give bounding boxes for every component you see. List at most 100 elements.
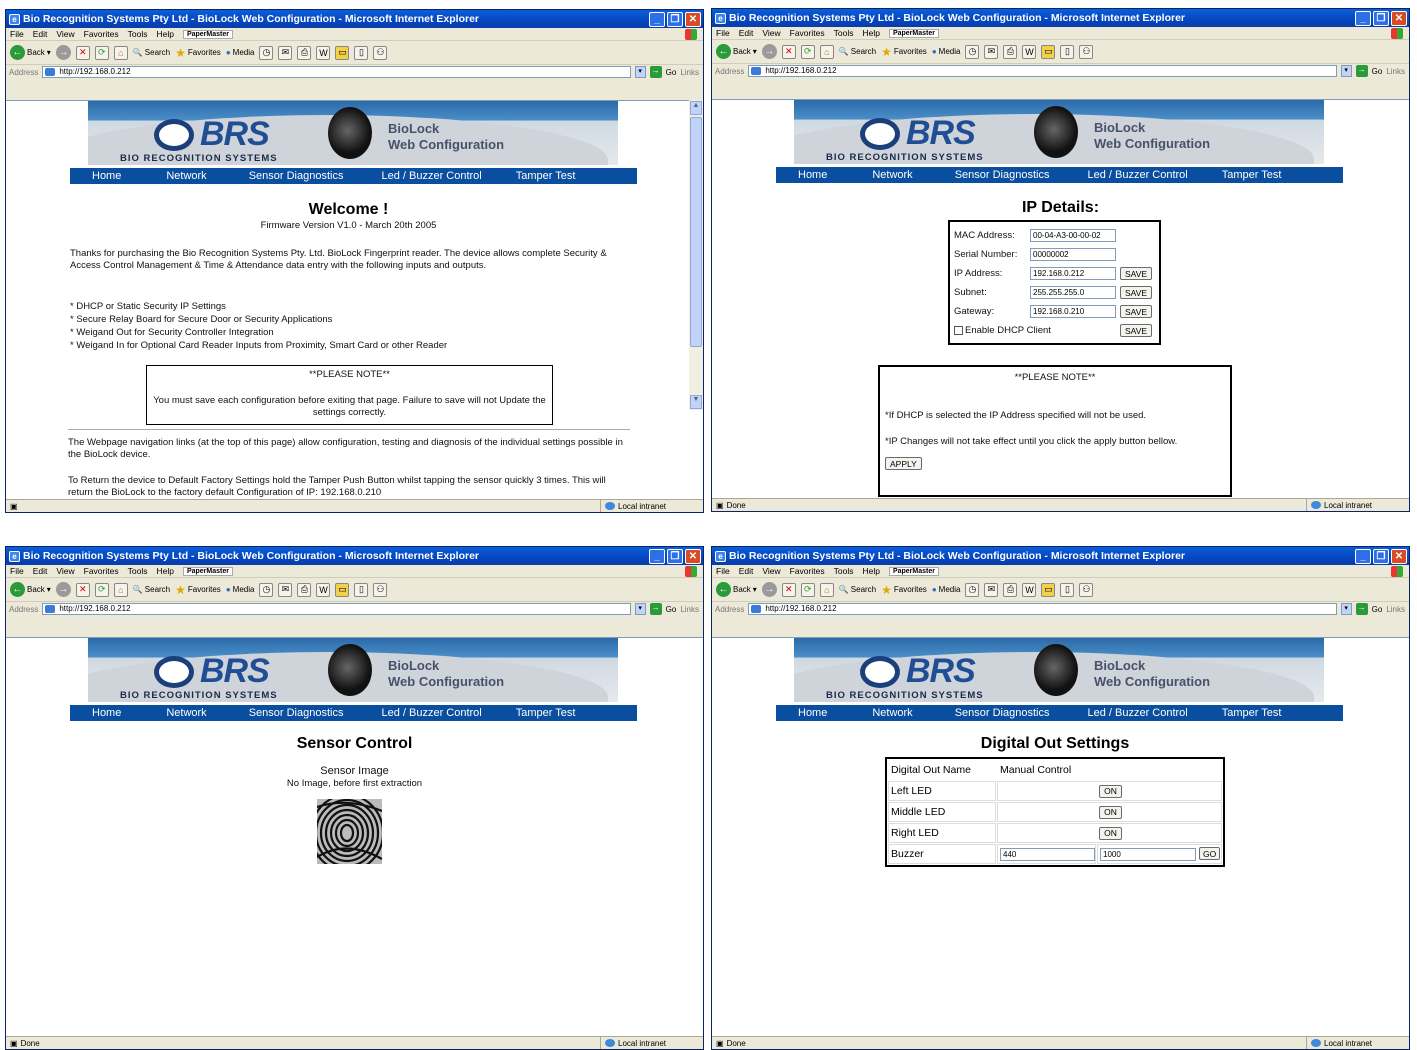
home-icon[interactable]: ⌂ [819,582,834,597]
address-input[interactable]: http://192.168.0.212 [748,65,1337,77]
mail-icon[interactable]: ✉ [278,45,293,60]
menu-view[interactable]: View [56,566,74,576]
go-button[interactable]: → [1355,603,1368,615]
media-button[interactable]: ● Media [226,48,255,57]
nav-tamper-test[interactable]: Tamper Test [1222,707,1282,719]
menu-favorites[interactable]: Favorites [790,28,825,38]
research-icon[interactable]: ▯ [354,45,369,60]
serial-number-field[interactable] [1030,248,1116,261]
menu-view[interactable]: View [762,566,780,576]
papermaster-button[interactable]: PaperMaster [888,28,939,38]
restore-button[interactable]: ❐ [1373,10,1389,26]
nav-sensor-diagnostics[interactable]: Sensor Diagnostics [249,170,344,182]
restore-button[interactable]: ❐ [667,548,683,564]
address-input[interactable]: http://192.168.0.212 [42,603,631,615]
messenger-icon[interactable]: ⚇ [373,582,388,597]
ip-address-field[interactable] [1030,267,1116,280]
vertical-scrollbar[interactable]: ▲ ▼ [689,100,703,410]
refresh-icon[interactable]: ⟳ [800,582,815,597]
home-icon[interactable]: ⌂ [113,45,128,60]
minimize-button[interactable]: _ [1355,10,1371,26]
right-led-on-button[interactable]: ON [1099,826,1122,840]
home-icon[interactable]: ⌂ [819,44,834,59]
favorites-button[interactable]: ★ Favorites [175,46,221,60]
menu-help[interactable]: Help [156,566,173,576]
address-dropdown[interactable]: ▾ [1340,65,1352,77]
close-button[interactable]: ✕ [1391,548,1407,564]
stop-icon[interactable]: ✕ [75,45,90,60]
address-input[interactable]: http://192.168.0.212 [748,603,1337,615]
papermaster-button[interactable]: PaperMaster [888,566,939,576]
address-dropdown[interactable]: ▾ [634,603,646,615]
back-button[interactable]: ← Back ▾ [10,582,51,597]
messenger-icon[interactable]: ⚇ [1079,582,1094,597]
minimize-button[interactable]: _ [649,548,665,564]
messenger-icon[interactable]: ⚇ [373,45,388,60]
minimize-button[interactable]: _ [649,11,665,27]
favorites-button[interactable]: ★ Favorites [175,583,221,597]
address-dropdown[interactable]: ▾ [1340,603,1352,615]
close-button[interactable]: ✕ [685,11,701,27]
restore-button[interactable]: ❐ [1373,548,1389,564]
edit-icon[interactable]: W [1022,44,1037,59]
scroll-up-icon[interactable]: ▲ [690,101,702,115]
minimize-button[interactable]: _ [1355,548,1371,564]
menu-edit[interactable]: Edit [739,566,754,576]
nav-home[interactable]: Home [798,707,827,719]
apply-button[interactable]: APPLY [885,457,922,470]
menu-favorites[interactable]: Favorites [84,29,119,39]
history-icon[interactable]: ◷ [259,45,274,60]
search-button[interactable]: 🔍 Search [839,585,876,594]
forward-button[interactable]: → [761,582,777,597]
restore-button[interactable]: ❐ [667,11,683,27]
links-button[interactable]: Links [1386,67,1405,76]
search-button[interactable]: 🔍 Search [133,585,170,594]
history-icon[interactable]: ◷ [965,44,980,59]
refresh-icon[interactable]: ⟳ [800,44,815,59]
middle-led-on-button[interactable]: ON [1099,805,1122,819]
address-input[interactable]: http://192.168.0.212 [42,66,631,78]
nav-led-buzzer[interactable]: Led / Buzzer Control [1087,169,1187,181]
search-button[interactable]: 🔍 Search [133,48,170,57]
nav-sensor-diagnostics[interactable]: Sensor Diagnostics [955,169,1050,181]
links-button[interactable]: Links [680,605,699,614]
stop-icon[interactable]: ✕ [75,582,90,597]
menu-help[interactable]: Help [862,28,879,38]
address-dropdown[interactable]: ▾ [634,66,646,78]
save-gateway-button[interactable]: SAVE [1120,305,1153,318]
mac-address-field[interactable] [1030,229,1116,242]
research-icon[interactable]: ▯ [354,582,369,597]
nav-network[interactable]: Network [166,707,206,719]
save-ip-button[interactable]: SAVE [1120,267,1153,280]
nav-tamper-test[interactable]: Tamper Test [1222,169,1282,181]
menu-tools[interactable]: Tools [834,566,854,576]
research-icon[interactable]: ▯ [1060,44,1075,59]
nav-network[interactable]: Network [872,169,912,181]
mail-icon[interactable]: ✉ [984,44,999,59]
back-button[interactable]: ← Back ▾ [716,44,757,59]
media-button[interactable]: ● Media [932,47,961,56]
nav-home[interactable]: Home [92,170,121,182]
gateway-field[interactable] [1030,305,1116,318]
nav-led-buzzer[interactable]: Led / Buzzer Control [381,170,481,182]
menu-file[interactable]: File [716,28,730,38]
back-button[interactable]: ← Back ▾ [716,582,757,597]
menu-favorites[interactable]: Favorites [790,566,825,576]
nav-tamper-test[interactable]: Tamper Test [516,707,576,719]
links-button[interactable]: Links [1386,605,1405,614]
mail-icon[interactable]: ✉ [984,582,999,597]
papermaster-button[interactable]: PaperMaster [182,29,233,39]
close-button[interactable]: ✕ [1391,10,1407,26]
favorites-button[interactable]: ★ Favorites [881,583,927,597]
edit-icon[interactable]: W [1022,582,1037,597]
menu-file[interactable]: File [10,566,24,576]
menu-view[interactable]: View [56,29,74,39]
mail-icon[interactable]: ✉ [278,582,293,597]
home-icon[interactable]: ⌂ [113,582,128,597]
go-button[interactable]: → [1355,65,1368,77]
nav-led-buzzer[interactable]: Led / Buzzer Control [381,707,481,719]
edit-icon[interactable]: W [316,582,331,597]
forward-button[interactable]: → [55,582,71,597]
stop-icon[interactable]: ✕ [781,582,796,597]
history-icon[interactable]: ◷ [259,582,274,597]
